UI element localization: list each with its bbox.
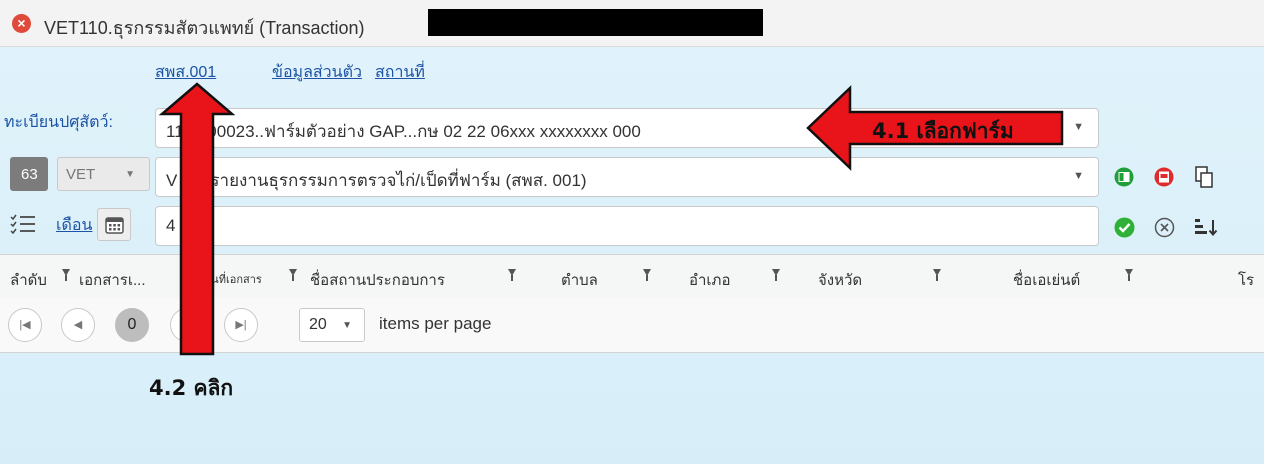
annotation-select-farm: 4.1 เลือกฟาร์ม xyxy=(872,119,1014,143)
annotation-click: 4.2 คลิก xyxy=(149,376,234,400)
arrow-to-tab xyxy=(158,82,236,356)
